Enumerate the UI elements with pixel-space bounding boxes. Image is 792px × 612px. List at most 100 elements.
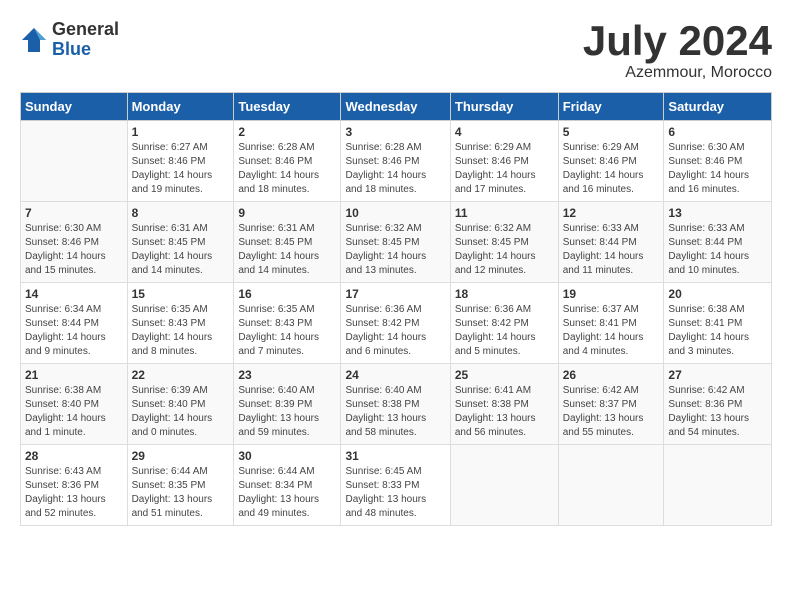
header-day: Thursday <box>450 93 558 121</box>
day-info: Sunrise: 6:36 AM Sunset: 8:42 PM Dayligh… <box>455 303 554 359</box>
calendar-week-row: 7 Sunrise: 6:30 AM Sunset: 8:46 PM Daylig… <box>21 202 772 283</box>
logo-text: General Blue <box>52 20 119 60</box>
header-day: Monday <box>127 93 234 121</box>
calendar-week-row: 21Sunrise: 6:38 AM Sunset: 8:40 PM Dayli… <box>21 364 772 445</box>
calendar-cell: 18 Sunrise: 6:36 AM Sunset: 8:42 PM Dayli… <box>450 283 558 364</box>
day-info: Sunrise: 6:30 AM Sunset: 8:46 PM Dayligh… <box>25 222 123 278</box>
calendar-cell: 30Sunrise: 6:44 AM Sunset: 8:34 PM Dayli… <box>234 445 341 526</box>
calendar-cell: 4 Sunrise: 6:29 AM Sunset: 8:46 PM Daylig… <box>450 121 558 202</box>
day-info: Sunrise: 6:34 AM Sunset: 8:44 PM Dayligh… <box>25 303 123 359</box>
calendar-cell: 21Sunrise: 6:38 AM Sunset: 8:40 PM Dayli… <box>21 364 128 445</box>
calendar-cell: 10Sunrise: 6:32 AM Sunset: 8:45 PM Dayli… <box>341 202 450 283</box>
day-number: 9 <box>238 206 336 220</box>
header-day: Saturday <box>664 93 772 121</box>
day-number: 17 <box>345 287 445 301</box>
day-number: 25 <box>455 368 554 382</box>
day-number: 1 <box>132 125 230 139</box>
logo-icon <box>20 26 48 54</box>
calendar-cell: 17 Sunrise: 6:36 AM Sunset: 8:42 PM Dayli… <box>341 283 450 364</box>
day-info: Sunrise: 6:32 AM Sunset: 8:45 PM Dayligh… <box>455 222 554 278</box>
header-day: Tuesday <box>234 93 341 121</box>
day-info: Sunrise: 6:36 AM Sunset: 8:42 PM Dayligh… <box>345 303 445 359</box>
calendar-cell: 31 Sunrise: 6:45 AM Sunset: 8:33 PM Dayli… <box>341 445 450 526</box>
day-number: 20 <box>668 287 767 301</box>
calendar-cell: 16Sunrise: 6:35 AM Sunset: 8:43 PM Dayli… <box>234 283 341 364</box>
calendar-cell: 13 Sunrise: 6:33 AM Sunset: 8:44 PM Dayli… <box>664 202 772 283</box>
day-number: 18 <box>455 287 554 301</box>
header-day: Friday <box>558 93 664 121</box>
calendar-cell: 8 Sunrise: 6:31 AM Sunset: 8:45 PM Daylig… <box>127 202 234 283</box>
calendar-cell: 24 Sunrise: 6:40 AM Sunset: 8:38 PM Dayli… <box>341 364 450 445</box>
calendar-cell: 26Sunrise: 6:42 AM Sunset: 8:37 PM Dayli… <box>558 364 664 445</box>
day-number: 7 <box>25 206 123 220</box>
header-day: Sunday <box>21 93 128 121</box>
calendar-table: SundayMondayTuesdayWednesdayThursdayFrid… <box>20 92 772 526</box>
day-number: 14 <box>25 287 123 301</box>
day-number: 24 <box>345 368 445 382</box>
day-info: Sunrise: 6:42 AM Sunset: 8:36 PM Dayligh… <box>668 384 767 440</box>
day-info: Sunrise: 6:27 AM Sunset: 8:46 PM Dayligh… <box>132 141 230 197</box>
day-number: 13 <box>668 206 767 220</box>
day-number: 4 <box>455 125 554 139</box>
day-info: Sunrise: 6:28 AM Sunset: 8:46 PM Dayligh… <box>238 141 336 197</box>
day-number: 26 <box>563 368 660 382</box>
day-number: 12 <box>563 206 660 220</box>
calendar-cell: 28Sunrise: 6:43 AM Sunset: 8:36 PM Dayli… <box>21 445 128 526</box>
day-info: Sunrise: 6:31 AM Sunset: 8:45 PM Dayligh… <box>132 222 230 278</box>
calendar-cell: 7 Sunrise: 6:30 AM Sunset: 8:46 PM Daylig… <box>21 202 128 283</box>
calendar-cell: 3 Sunrise: 6:28 AM Sunset: 8:46 PM Daylig… <box>341 121 450 202</box>
day-number: 19 <box>563 287 660 301</box>
day-number: 15 <box>132 287 230 301</box>
day-number: 22 <box>132 368 230 382</box>
day-info: Sunrise: 6:35 AM Sunset: 8:43 PM Dayligh… <box>238 303 336 359</box>
day-number: 27 <box>668 368 767 382</box>
day-info: Sunrise: 6:41 AM Sunset: 8:38 PM Dayligh… <box>455 384 554 440</box>
day-number: 3 <box>345 125 445 139</box>
calendar-cell: 1 Sunrise: 6:27 AM Sunset: 8:46 PM Daylig… <box>127 121 234 202</box>
day-info: Sunrise: 6:44 AM Sunset: 8:35 PM Dayligh… <box>132 465 230 521</box>
calendar-cell: 22Sunrise: 6:39 AM Sunset: 8:40 PM Dayli… <box>127 364 234 445</box>
title-block: July 2024 Azemmour, Morocco <box>583 20 772 82</box>
calendar-week-row: 1 Sunrise: 6:27 AM Sunset: 8:46 PM Daylig… <box>21 121 772 202</box>
calendar-cell <box>21 121 128 202</box>
day-info: Sunrise: 6:35 AM Sunset: 8:43 PM Dayligh… <box>132 303 230 359</box>
logo-blue: Blue <box>52 40 119 60</box>
calendar-cell <box>450 445 558 526</box>
calendar-cell: 25 Sunrise: 6:41 AM Sunset: 8:38 PM Dayli… <box>450 364 558 445</box>
month-title: July 2024 <box>583 20 772 62</box>
day-number: 5 <box>563 125 660 139</box>
day-info: Sunrise: 6:29 AM Sunset: 8:46 PM Dayligh… <box>563 141 660 197</box>
logo-general: General <box>52 20 119 40</box>
day-info: Sunrise: 6:40 AM Sunset: 8:38 PM Dayligh… <box>345 384 445 440</box>
day-number: 31 <box>345 449 445 463</box>
day-number: 8 <box>132 206 230 220</box>
calendar-cell: 5 Sunrise: 6:29 AM Sunset: 8:46 PM Daylig… <box>558 121 664 202</box>
day-number: 11 <box>455 206 554 220</box>
day-info: Sunrise: 6:29 AM Sunset: 8:46 PM Dayligh… <box>455 141 554 197</box>
header-row: SundayMondayTuesdayWednesdayThursdayFrid… <box>21 93 772 121</box>
day-number: 28 <box>25 449 123 463</box>
calendar-cell: 27 Sunrise: 6:42 AM Sunset: 8:36 PM Dayli… <box>664 364 772 445</box>
day-info: Sunrise: 6:33 AM Sunset: 8:44 PM Dayligh… <box>668 222 767 278</box>
calendar-cell <box>664 445 772 526</box>
day-info: Sunrise: 6:30 AM Sunset: 8:46 PM Dayligh… <box>668 141 767 197</box>
calendar-week-row: 28Sunrise: 6:43 AM Sunset: 8:36 PM Dayli… <box>21 445 772 526</box>
day-number: 2 <box>238 125 336 139</box>
calendar-cell: 9 Sunrise: 6:31 AM Sunset: 8:45 PM Daylig… <box>234 202 341 283</box>
calendar-cell: 14 Sunrise: 6:34 AM Sunset: 8:44 PM Dayli… <box>21 283 128 364</box>
day-number: 23 <box>238 368 336 382</box>
day-number: 30 <box>238 449 336 463</box>
day-info: Sunrise: 6:45 AM Sunset: 8:33 PM Dayligh… <box>345 465 445 521</box>
day-info: Sunrise: 6:33 AM Sunset: 8:44 PM Dayligh… <box>563 222 660 278</box>
day-info: Sunrise: 6:38 AM Sunset: 8:40 PM Dayligh… <box>25 384 123 440</box>
calendar-cell: 29Sunrise: 6:44 AM Sunset: 8:35 PM Dayli… <box>127 445 234 526</box>
calendar-cell: 12 Sunrise: 6:33 AM Sunset: 8:44 PM Dayli… <box>558 202 664 283</box>
logo: General Blue <box>20 20 119 60</box>
calendar-week-row: 14 Sunrise: 6:34 AM Sunset: 8:44 PM Dayli… <box>21 283 772 364</box>
calendar-cell: 19Sunrise: 6:37 AM Sunset: 8:41 PM Dayli… <box>558 283 664 364</box>
day-info: Sunrise: 6:32 AM Sunset: 8:45 PM Dayligh… <box>345 222 445 278</box>
day-info: Sunrise: 6:31 AM Sunset: 8:45 PM Dayligh… <box>238 222 336 278</box>
calendar-cell: 11 Sunrise: 6:32 AM Sunset: 8:45 PM Dayli… <box>450 202 558 283</box>
day-info: Sunrise: 6:28 AM Sunset: 8:46 PM Dayligh… <box>345 141 445 197</box>
location: Azemmour, Morocco <box>583 64 772 82</box>
